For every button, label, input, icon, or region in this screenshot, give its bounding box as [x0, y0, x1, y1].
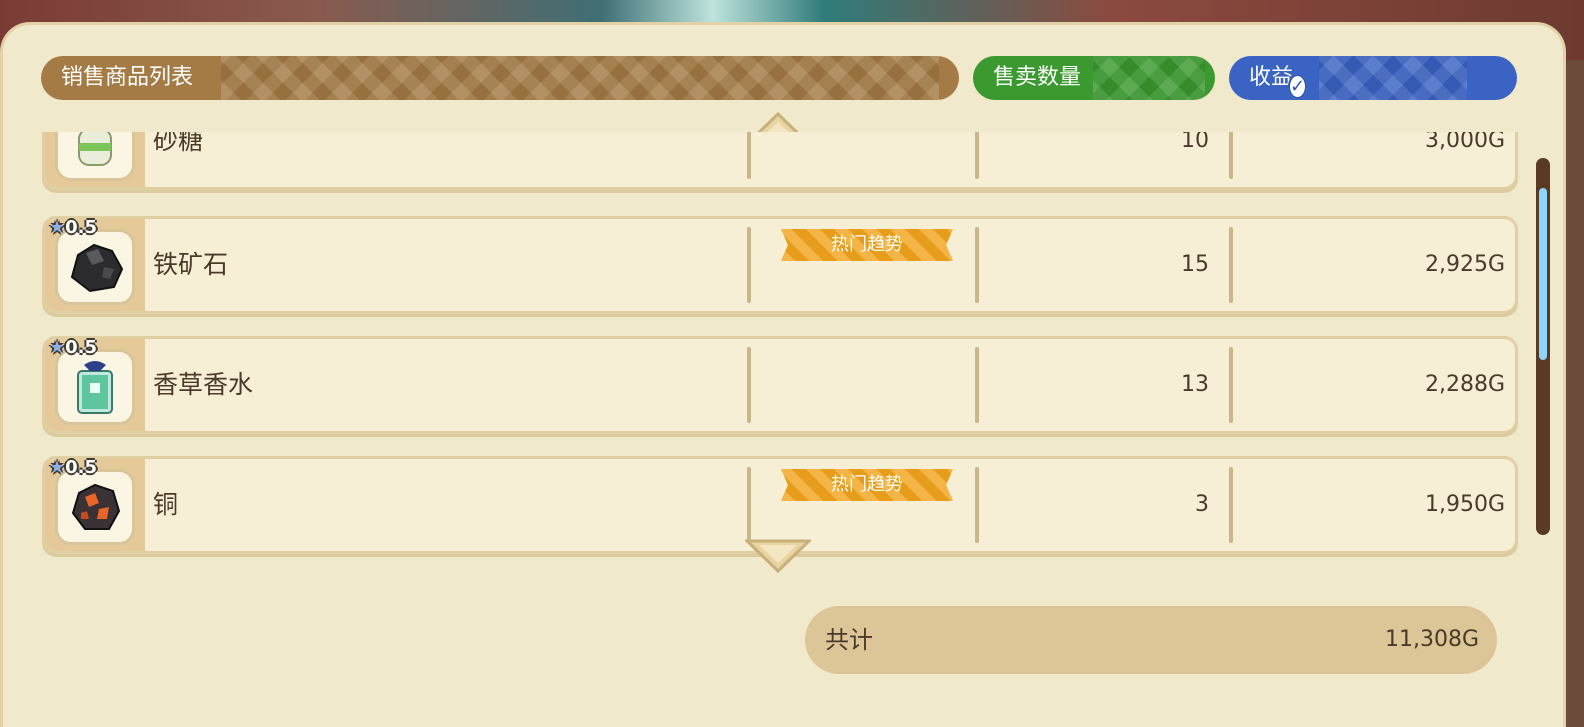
- list-item[interactable]: ★0.5 香草香水 13 2,288G: [42, 336, 1518, 434]
- item-revenue: 2,288G: [1424, 372, 1505, 397]
- sort-check-icon: ✓: [1288, 74, 1308, 99]
- column-divider: [1229, 467, 1233, 543]
- item-name: 香草香水: [153, 370, 254, 399]
- item-quantity: 10: [1181, 132, 1209, 153]
- total-amount: 11,308G: [1384, 627, 1479, 652]
- column-divider: [975, 132, 979, 179]
- rank-label: ★0.5: [49, 217, 98, 238]
- column-divider: [1229, 227, 1233, 303]
- iron-ore-icon: [70, 243, 124, 293]
- item-quantity: 15: [1181, 252, 1209, 277]
- column-divider: [747, 132, 751, 179]
- scrollbar[interactable]: [1536, 158, 1550, 535]
- column-divider: [975, 347, 979, 423]
- total-bar: 共计 11,308G: [805, 606, 1497, 674]
- scroll-down-arrow-icon[interactable]: [745, 537, 811, 573]
- column-divider: [747, 467, 751, 543]
- column-header-revenue[interactable]: 收益 ✓: [1229, 56, 1517, 100]
- perfume-bottle-icon: [77, 361, 113, 414]
- star-icon: ★: [49, 217, 66, 238]
- column-divider: [747, 227, 751, 303]
- star-icon: ★: [49, 457, 66, 478]
- column-header-revenue-label: 收益: [1249, 65, 1294, 90]
- item-name: 铜: [153, 490, 179, 519]
- item-quantity: 13: [1181, 372, 1209, 397]
- column-divider: [1229, 132, 1233, 179]
- list-item[interactable]: ★0.5 铁矿石 热门趋势 15 2,925G: [42, 216, 1518, 314]
- column-header-list: 销售商品列表: [41, 56, 959, 100]
- item-revenue: 3,000G: [1424, 132, 1505, 153]
- total-label: 共计: [825, 626, 873, 654]
- column-divider: [975, 467, 979, 543]
- copper-ore-icon: [71, 483, 121, 530]
- list-item[interactable]: 砂糖 10 3,000G: [42, 132, 1518, 190]
- column-divider: [1229, 347, 1233, 423]
- item-icon-box: [55, 349, 135, 425]
- item-revenue: 1,950G: [1424, 492, 1505, 517]
- sugar-jar-icon: [78, 132, 112, 166]
- rank-label: ★0.5: [49, 457, 98, 478]
- item-list[interactable]: 砂糖 10 3,000G ★0.5 铁矿石 热门趋势 15 2,925G ★0.…: [36, 132, 1526, 560]
- trending-badge: 热门趋势: [781, 229, 953, 261]
- star-icon: ★: [49, 337, 66, 358]
- item-name: 铁矿石: [153, 250, 229, 279]
- column-header-quantity[interactable]: 售卖数量: [973, 56, 1215, 100]
- scrollbar-thumb[interactable]: [1539, 188, 1547, 360]
- column-header-list-label: 销售商品列表: [61, 65, 194, 90]
- rank-label: ★0.5: [49, 337, 98, 358]
- column-header-quantity-label: 售卖数量: [993, 65, 1082, 90]
- item-icon-box: [55, 132, 135, 181]
- item-icon-box: [55, 229, 135, 305]
- trending-badge: 热门趋势: [781, 469, 953, 501]
- item-name: 砂糖: [153, 132, 204, 155]
- item-quantity: 3: [1195, 492, 1209, 517]
- column-divider: [975, 227, 979, 303]
- item-icon-box: [55, 469, 135, 545]
- item-revenue: 2,925G: [1424, 252, 1505, 277]
- column-divider: [747, 347, 751, 423]
